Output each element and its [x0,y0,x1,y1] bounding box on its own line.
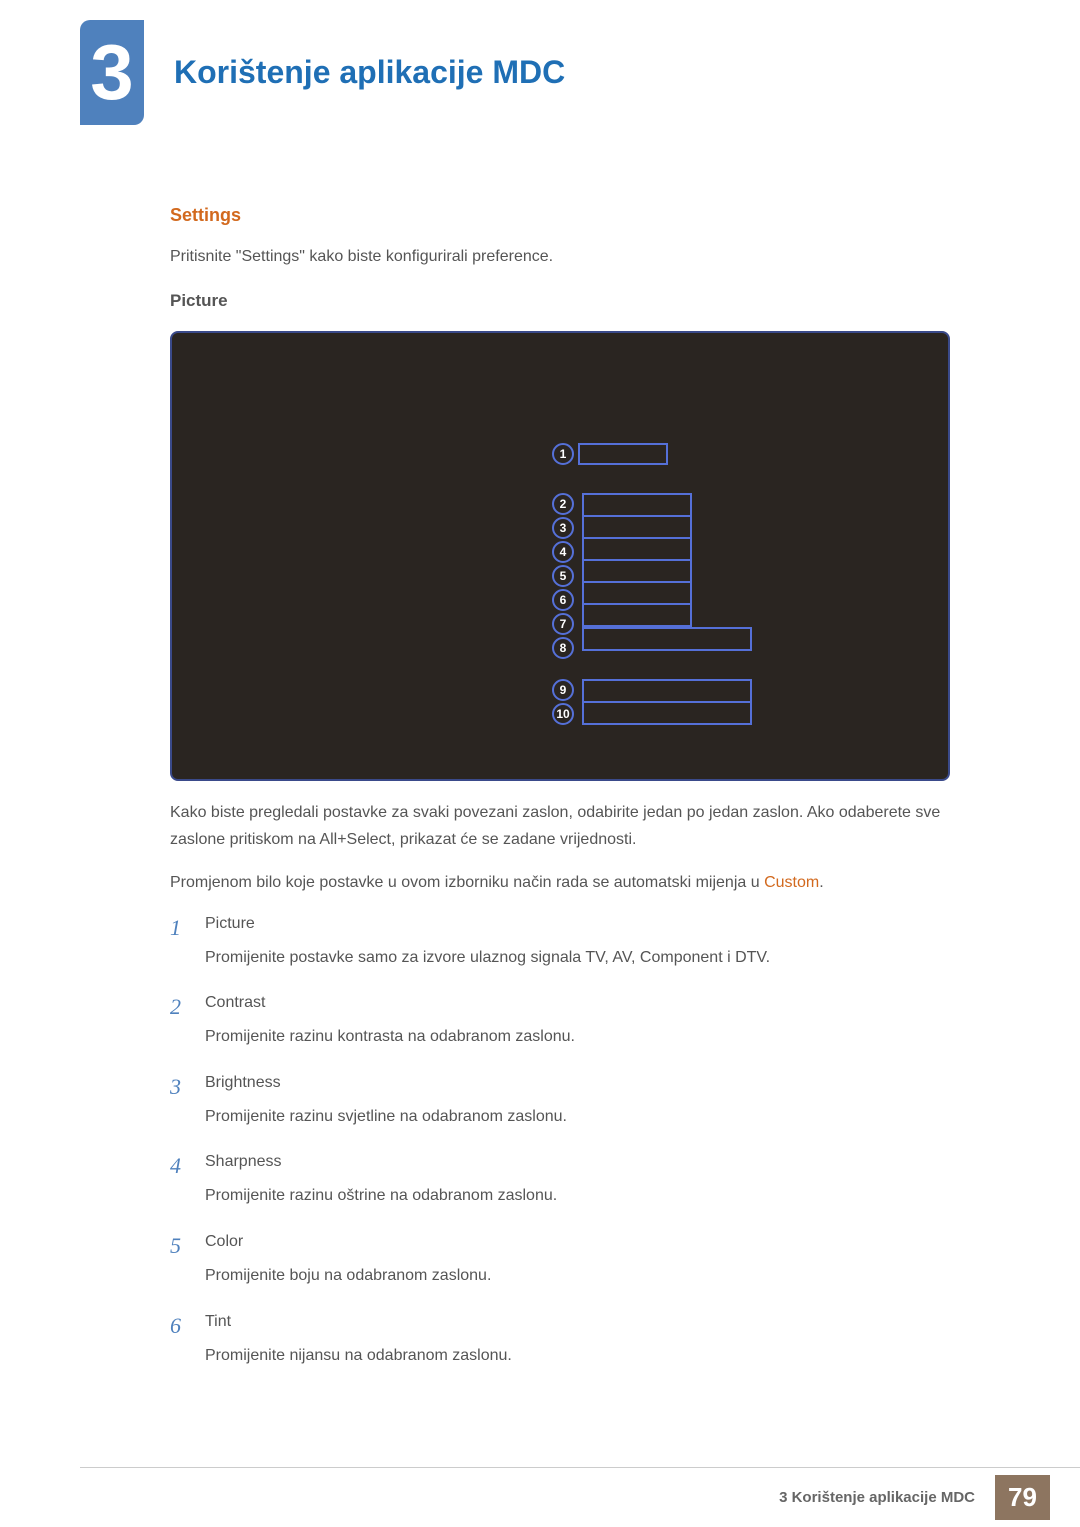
numbered-list: 1 Picture Promijenite postavke samo za i… [170,915,980,1369]
p2-pre: Promjenom bilo koje postavke u ovom izbo… [170,874,764,891]
picture-label: Picture [170,291,980,311]
marker-8: 8 [552,637,574,659]
chapter-title: Korištenje aplikacije MDC [174,54,565,91]
page-content: 3 Korištenje aplikacije MDC Settings Pri… [80,0,1020,1527]
list-item: 5 Color Promijenite boju na odabranom za… [170,1233,980,1289]
content-area: Settings Pritisnite "Settings" kako bist… [80,125,1020,1368]
item-number: 2 [170,994,205,1050]
item-number: 3 [170,1074,205,1130]
item-title: Brightness [205,1074,980,1092]
list-item: 1 Picture Promijenite postavke samo za i… [170,915,980,971]
marker-10: 10 [552,703,574,725]
page-footer: 3 Korištenje aplikacije MDC 79 [80,1467,1080,1527]
item-title: Color [205,1233,980,1251]
chapter-number: 3 [90,27,133,118]
item-number: 5 [170,1233,205,1289]
marker-6: 6 [552,589,574,611]
item-desc: Promijenite razinu oštrine na odabranom … [205,1183,980,1209]
left-margin [0,0,80,1527]
page-number: 79 [1008,1482,1037,1513]
marker-4: 4 [552,541,574,563]
marker-2: 2 [552,493,574,515]
marker-box-1 [578,443,668,465]
item-desc: Promijenite postavke samo za izvore ulaz… [205,945,980,971]
marker-5: 5 [552,565,574,587]
settings-heading: Settings [170,205,980,226]
chapter-badge: 3 [80,20,144,125]
item-title: Contrast [205,994,980,1012]
item-number: 1 [170,915,205,971]
footer-text: 3 Korištenje aplikacije MDC [779,1489,975,1506]
page-number-box: 79 [995,1475,1050,1520]
item-number: 6 [170,1313,205,1369]
item-title: Sharpness [205,1153,980,1171]
marker-7: 7 [552,613,574,635]
paragraph-2: Promjenom bilo koje postavke u ovom izbo… [170,869,980,896]
paragraph-1: Kako biste pregledali postavke za svaki … [170,799,980,853]
item-desc: Promijenite boju na odabranom zaslonu. [205,1263,980,1289]
item-title: Picture [205,915,980,933]
item-desc: Promijenite nijansu na odabranom zaslonu… [205,1343,980,1369]
marker-9: 9 [552,679,574,701]
list-item: 3 Brightness Promijenite razinu svjetlin… [170,1074,980,1130]
list-item: 2 Contrast Promijenite razinu kontrasta … [170,994,980,1050]
marker-3: 3 [552,517,574,539]
settings-intro: Pritisnite "Settings" kako biste konfigu… [170,248,980,266]
item-number: 4 [170,1153,205,1209]
list-item: 4 Sharpness Promijenite razinu oštrine n… [170,1153,980,1209]
marker-1: 1 [552,443,574,465]
p2-post: . [819,874,823,891]
list-item: 6 Tint Promijenite nijansu na odabranom … [170,1313,980,1369]
item-title: Tint [205,1313,980,1331]
p2-highlight: Custom [764,874,819,891]
diagram-markers: 1 2 3 4 5 6 7 8 [552,443,752,725]
item-desc: Promijenite razinu svjetline na odabrano… [205,1104,980,1130]
item-desc: Promijenite razinu kontrasta na odabrano… [205,1024,980,1050]
chapter-header: 3 Korištenje aplikacije MDC [80,0,1020,125]
settings-diagram: 1 2 3 4 5 6 7 8 [170,331,950,781]
